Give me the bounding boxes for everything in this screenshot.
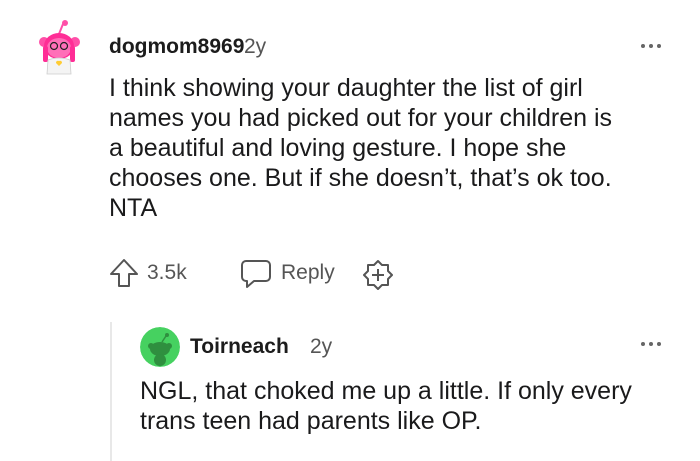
upvote-count: 3.5k [147,261,187,284]
upvote-arrow-icon[interactable] [108,257,140,289]
avatar-icon[interactable] [35,20,83,76]
comment-text: I think showing your daughter the list o… [109,74,613,222]
reply-username[interactable]: Toirneach [190,335,289,359]
more-options-icon[interactable] [641,340,665,348]
upvote-button[interactable]: 3.5k [108,257,187,289]
reply-label: Reply [281,261,335,284]
reply-text: NGL, that choked me up a little. If only… [140,377,632,435]
thread-line[interactable] [110,322,112,461]
comment-age: 2y [244,35,267,58]
comment-username[interactable]: dogmom8969 [109,35,244,59]
more-options-icon[interactable] [641,42,665,50]
add-award-icon[interactable] [362,259,394,291]
add-award-button[interactable] [362,259,394,291]
reply-button[interactable]: Reply [240,257,335,289]
speech-bubble-icon [240,257,272,289]
snoo-avatar-icon[interactable] [140,327,180,367]
reply-age: 2y [310,335,333,358]
